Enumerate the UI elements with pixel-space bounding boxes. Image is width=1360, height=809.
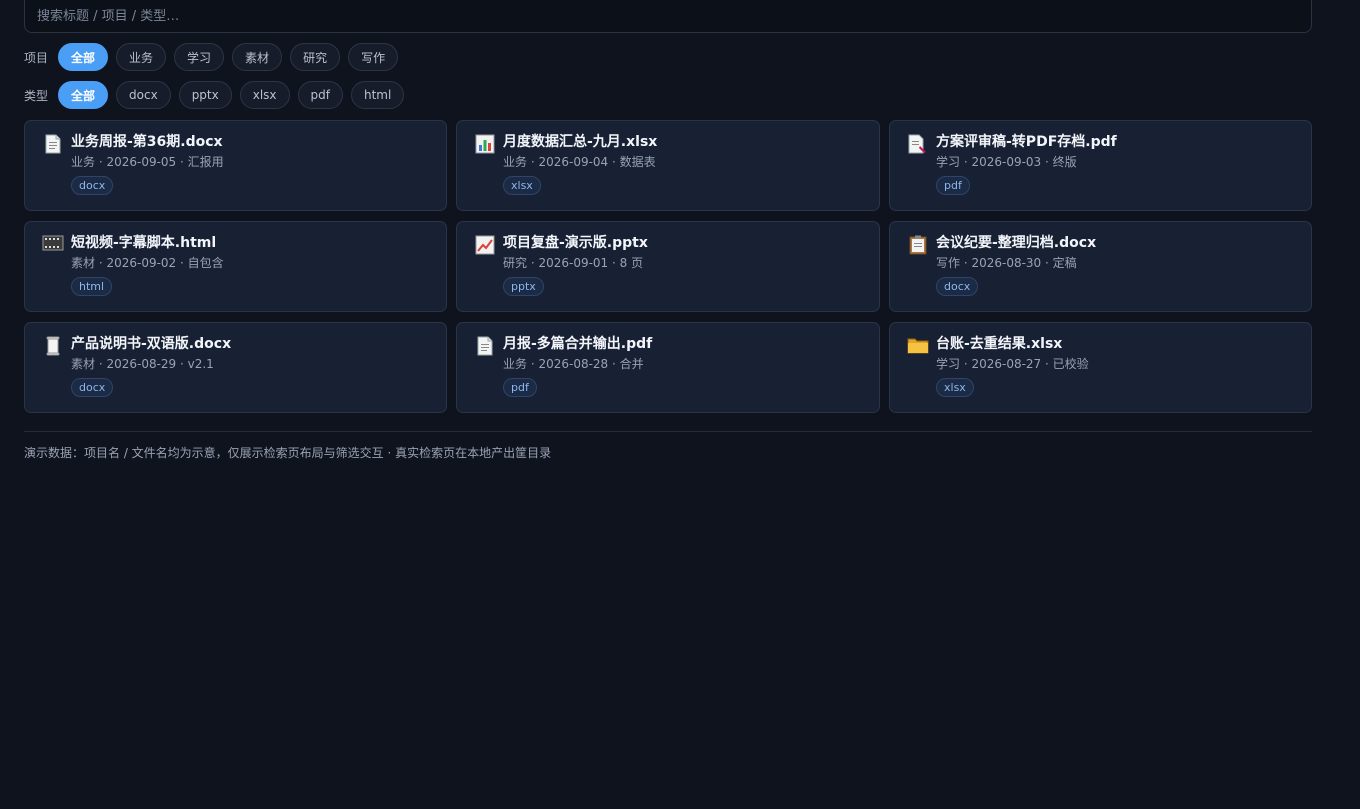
- file-card-grid: 业务周报-第36期.docx 业务 · 2026-09-05 · 汇报用 doc…: [24, 120, 1312, 413]
- project-chip-study[interactable]: 学习: [174, 43, 225, 71]
- type-filter-row: 类型 全部 docx pptx xlsx pdf html: [24, 81, 1312, 109]
- document-icon: [39, 134, 67, 156]
- project-chip-research[interactable]: 研究: [290, 43, 341, 71]
- card-type-tag: html: [71, 277, 113, 296]
- document-icon: [471, 336, 499, 358]
- project-filter-label: 项目: [24, 50, 49, 65]
- type-chip-html[interactable]: html: [351, 81, 405, 109]
- card-title: 项目复盘-演示版.pptx: [503, 235, 648, 251]
- card-meta: 业务 · 2026-09-05 · 汇报用: [71, 155, 224, 169]
- card-title: 产品说明书-双语版.docx: [71, 336, 232, 352]
- card-meta: 研究 · 2026-09-01 · 8 页: [503, 256, 644, 270]
- file-card[interactable]: 短视频-字幕脚本.html 素材 · 2026-09-02 · 自包含 html: [24, 221, 447, 312]
- scroll-icon: [39, 336, 67, 358]
- card-type-tag: pdf: [503, 378, 537, 397]
- trend-chart-icon: [471, 235, 499, 257]
- type-filter-label: 类型: [24, 88, 49, 103]
- type-chip-all[interactable]: 全部: [58, 81, 109, 109]
- card-title: 月报-多篇合并输出.pdf: [503, 336, 653, 352]
- file-card[interactable]: 月报-多篇合并输出.pdf 业务 · 2026-08-28 · 合并 pdf: [456, 322, 880, 413]
- file-card[interactable]: 项目复盘-演示版.pptx 研究 · 2026-09-01 · 8 页 pptx: [456, 221, 880, 312]
- type-chip-pdf[interactable]: pdf: [297, 81, 343, 109]
- card-title: 短视频-字幕脚本.html: [71, 235, 217, 251]
- card-type-tag: pptx: [503, 277, 544, 296]
- file-card[interactable]: 产品说明书-双语版.docx 素材 · 2026-08-29 · v2.1 do…: [24, 322, 447, 413]
- type-chip-docx[interactable]: docx: [116, 81, 171, 109]
- clipboard-icon: [904, 235, 932, 257]
- divider: [24, 431, 1312, 432]
- card-meta: 学习 · 2026-08-27 · 已校验: [936, 357, 1089, 371]
- card-type-tag: docx: [71, 176, 114, 195]
- file-card[interactable]: 台账-去重结果.xlsx 学习 · 2026-08-27 · 已校验 xlsx: [889, 322, 1312, 413]
- card-meta: 写作 · 2026-08-30 · 定稿: [936, 256, 1077, 270]
- card-meta: 素材 · 2026-09-02 · 自包含: [71, 256, 224, 270]
- project-chip-writing[interactable]: 写作: [348, 43, 399, 71]
- card-meta: 业务 · 2026-09-04 · 数据表: [503, 155, 656, 169]
- card-type-tag: xlsx: [503, 176, 541, 195]
- file-card[interactable]: 方案评审稿-转PDF存档.pdf 学习 · 2026-09-03 · 终版 pd…: [889, 120, 1312, 211]
- document-edit-icon: [904, 134, 932, 156]
- card-title: 业务周报-第36期.docx: [71, 134, 223, 150]
- file-card[interactable]: 业务周报-第36期.docx 业务 · 2026-09-05 · 汇报用 doc…: [24, 120, 447, 211]
- type-chip-xlsx[interactable]: xlsx: [239, 81, 290, 109]
- card-type-tag: docx: [936, 277, 979, 296]
- card-type-tag: docx: [71, 378, 114, 397]
- card-type-tag: xlsx: [936, 378, 974, 397]
- file-card[interactable]: 会议纪要-整理归档.docx 写作 · 2026-08-30 · 定稿 docx: [889, 221, 1312, 312]
- project-chip-business[interactable]: 业务: [116, 43, 167, 71]
- card-meta: 素材 · 2026-08-29 · v2.1: [71, 357, 214, 371]
- type-chip-pptx[interactable]: pptx: [178, 81, 232, 109]
- project-filter-row: 项目 全部 业务 学习 素材 研究 写作: [24, 43, 1312, 71]
- search-input[interactable]: [24, 0, 1312, 33]
- folder-icon: [904, 336, 932, 358]
- card-type-tag: pdf: [936, 176, 970, 195]
- bar-chart-icon: [471, 134, 499, 156]
- card-meta: 业务 · 2026-08-28 · 合并: [503, 357, 644, 371]
- card-meta: 学习 · 2026-09-03 · 终版: [936, 155, 1077, 169]
- page-container: 项目 全部 业务 学习 素材 研究 写作 类型 全部 docx pptx xls…: [24, 0, 1312, 461]
- card-title: 方案评审稿-转PDF存档.pdf: [936, 134, 1117, 150]
- demo-footnote: 演示数据：项目名 / 文件名均为示意，仅展示检索页布局与筛选交互 · 真实检索页…: [24, 446, 552, 460]
- card-title: 会议纪要-整理归档.docx: [936, 235, 1097, 251]
- card-title: 台账-去重结果.xlsx: [936, 336, 1063, 352]
- card-title: 月度数据汇总-九月.xlsx: [503, 134, 658, 150]
- file-card[interactable]: 月度数据汇总-九月.xlsx 业务 · 2026-09-04 · 数据表 xls…: [456, 120, 880, 211]
- project-chip-all[interactable]: 全部: [58, 43, 109, 71]
- film-icon: [39, 235, 67, 257]
- project-chip-material[interactable]: 素材: [232, 43, 283, 71]
